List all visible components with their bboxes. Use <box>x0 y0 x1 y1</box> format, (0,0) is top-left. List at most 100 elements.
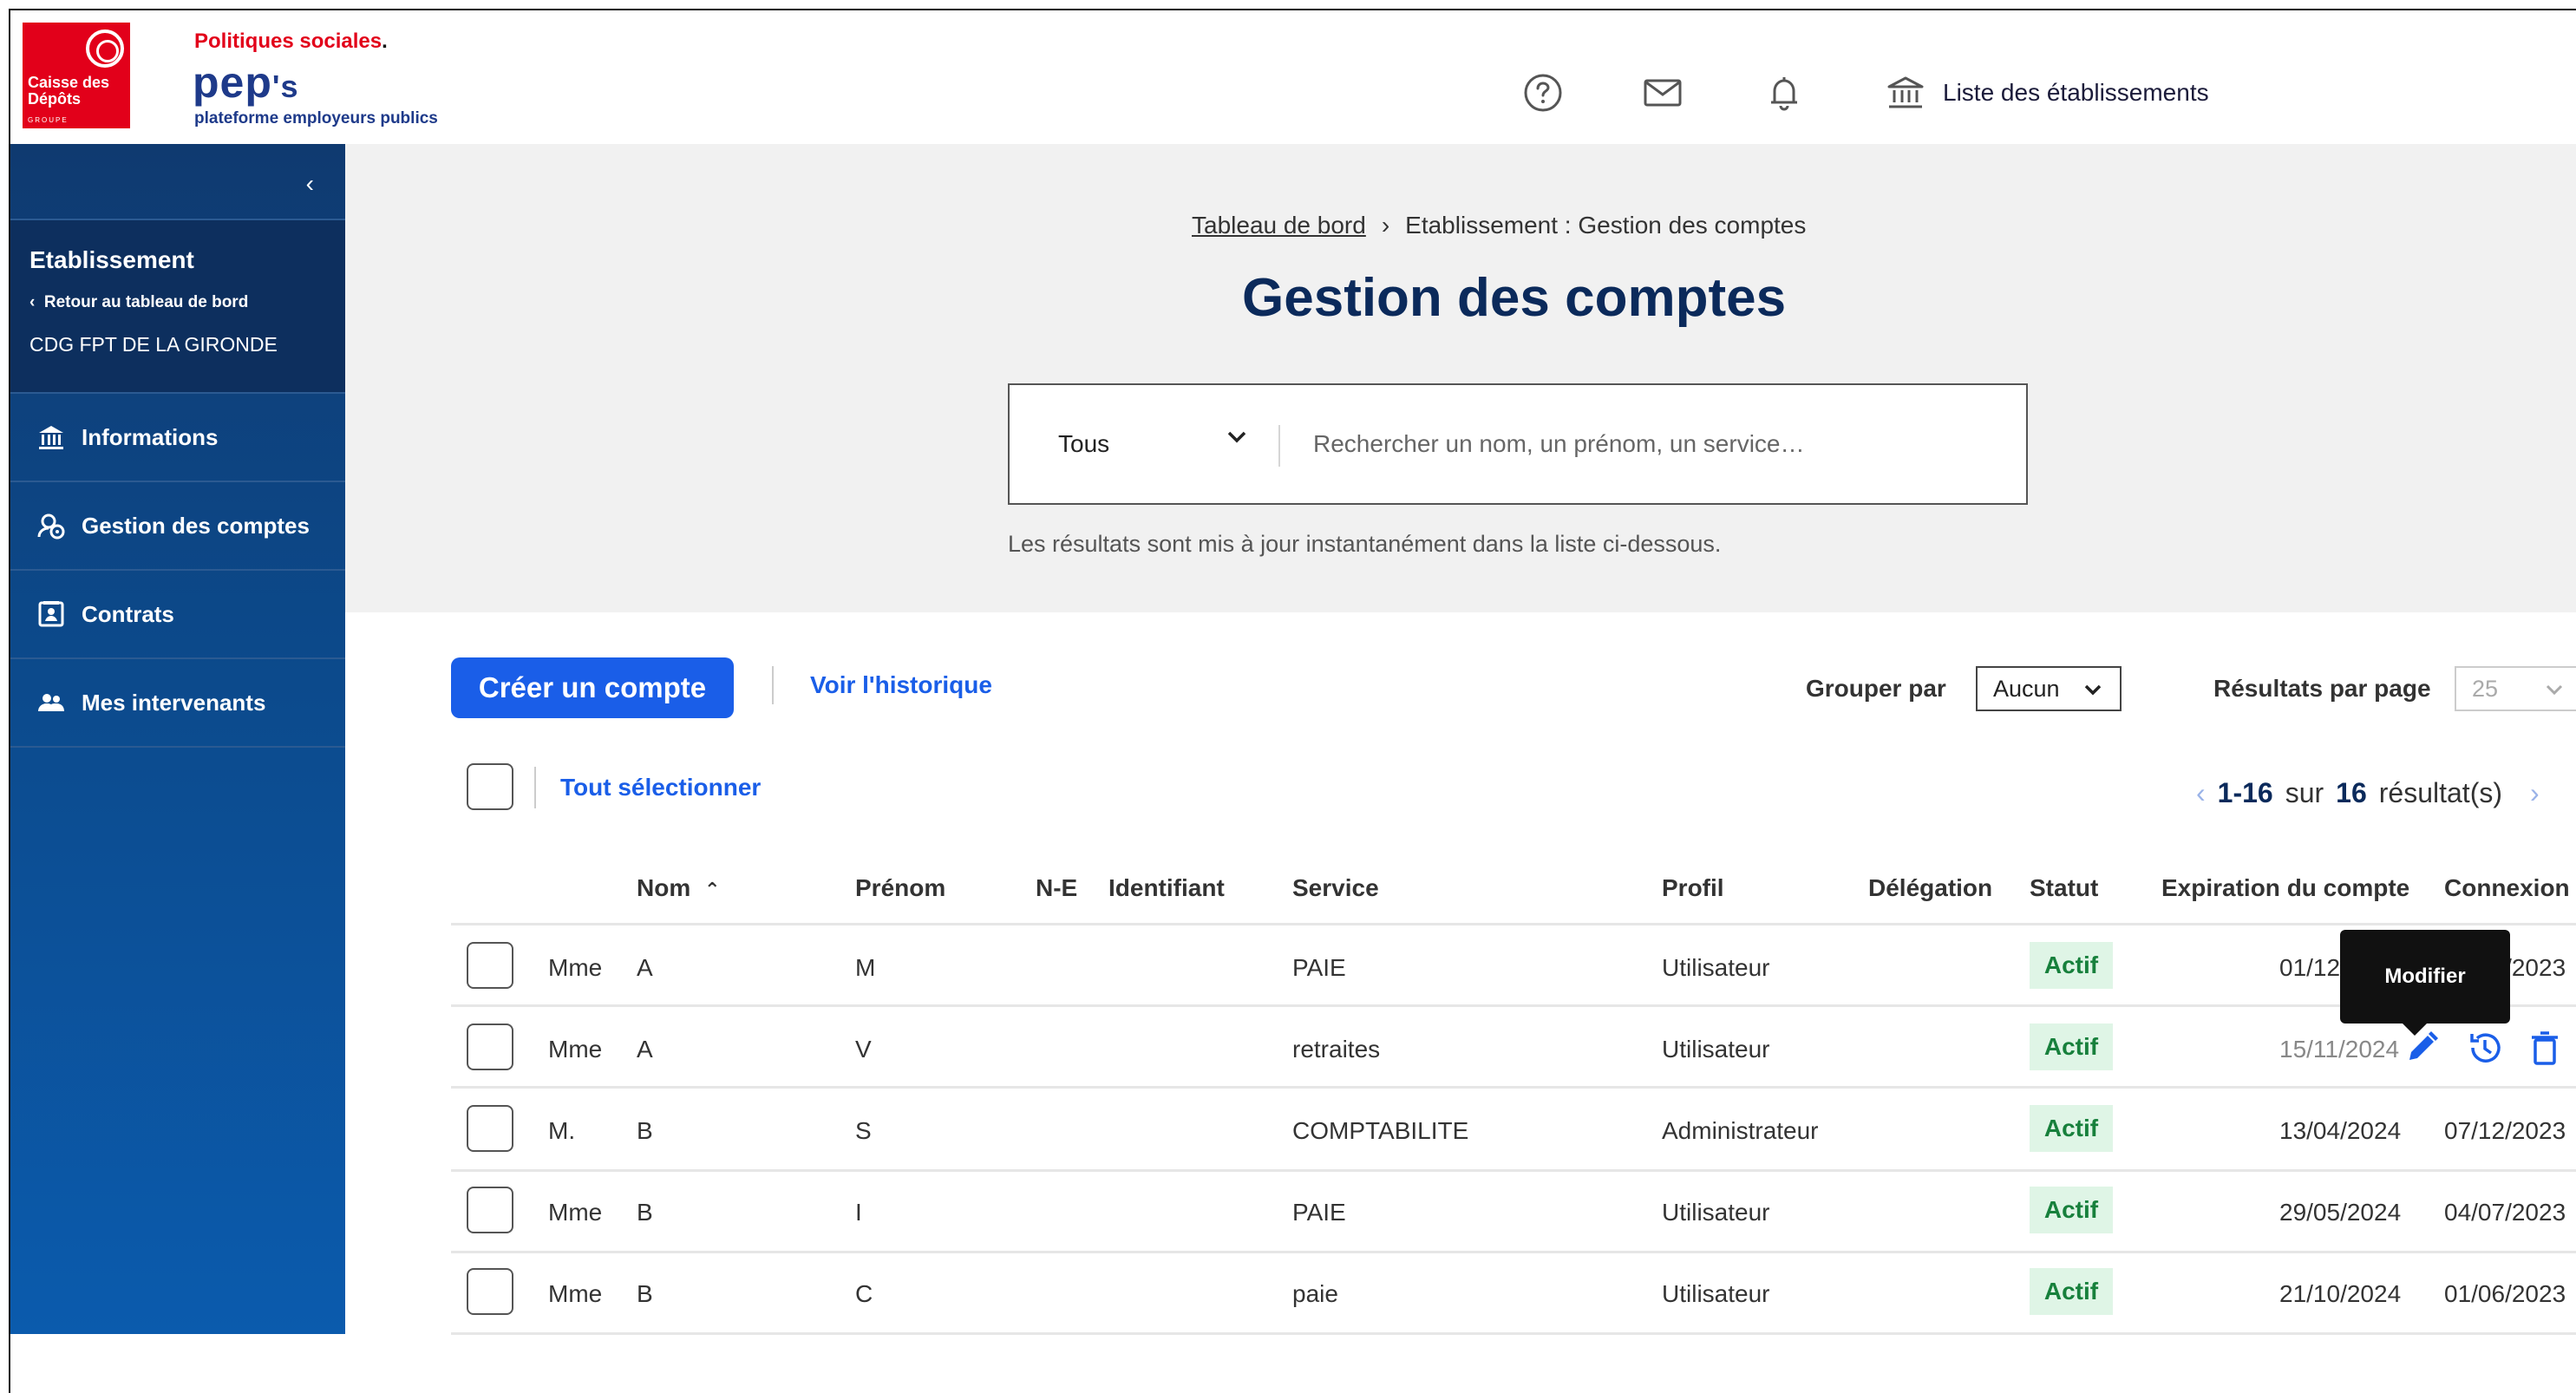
column-header-ne[interactable]: N-E <box>1036 874 1077 902</box>
mail-icon[interactable] <box>1643 73 1683 113</box>
cell-expiration: 13/04/2024 <box>2279 1117 2402 1144</box>
results-per-page-label: Résultats par page <box>2213 675 2431 702</box>
cell-profil: Utilisateur <box>1662 1199 1770 1226</box>
brand-tagline: plateforme employeurs publics <box>194 109 438 128</box>
cell-prenom: V <box>855 1036 872 1063</box>
bell-icon[interactable] <box>1764 73 1804 113</box>
cell-prenom: M <box>855 954 876 981</box>
brand-name: pep <box>193 58 272 107</box>
cell-service: PAIE <box>1292 1199 1346 1226</box>
establishments-label: Liste des établissements <box>1943 79 2209 106</box>
sidebar-item-label: Mes intervenants <box>82 689 266 716</box>
create-account-button[interactable]: Créer un compte <box>451 657 734 718</box>
chevron-down-icon <box>2084 684 2102 696</box>
delete-icon[interactable] <box>2526 1029 2564 1067</box>
institution-icon <box>39 426 63 449</box>
edit-tooltip: Modifier <box>2340 930 2510 1036</box>
pagination-total: 16 <box>2336 777 2367 808</box>
brand-top: Politiques sociales. <box>194 29 388 53</box>
sidebar: ‹ Etablissement ‹ Retour au tableau de b… <box>10 144 345 1334</box>
cell-profil: Administrateur <box>1662 1117 1819 1144</box>
row-checkbox[interactable] <box>467 1023 513 1070</box>
sort-ascending-icon: ⌃ <box>704 879 721 900</box>
status-badge: Actif <box>2030 942 2113 989</box>
column-header-connexion[interactable]: Connexion <box>2444 874 2570 902</box>
cell-profil: Utilisateur <box>1662 954 1770 981</box>
status-badge: Actif <box>2030 1105 2113 1152</box>
chevron-left-icon[interactable]: ‹ <box>2196 777 2206 809</box>
cell-nom: A <box>637 1036 653 1063</box>
toolbar-divider <box>772 666 774 704</box>
cell-connexion: 01/06/2023 <box>2444 1280 2566 1307</box>
row-divider <box>451 1332 2576 1335</box>
cell-service: PAIE <box>1292 954 1346 981</box>
column-header-service[interactable]: Service <box>1292 874 1379 902</box>
search-input[interactable] <box>1313 385 2007 503</box>
chevron-left-icon[interactable]: ‹ <box>306 170 314 198</box>
institution-icon <box>1887 76 1924 108</box>
accounts-icon <box>37 513 65 540</box>
table-header-divider <box>451 923 2576 925</box>
column-header-prenom[interactable]: Prénom <box>855 874 945 902</box>
establishments-link[interactable]: Liste des établissements <box>1886 73 2209 113</box>
establishment-name: CDG FPT DE LA GIRONDE <box>29 333 278 356</box>
chevron-right-icon[interactable]: › <box>2530 777 2540 809</box>
sidebar-item-mes-intervenants[interactable]: Mes intervenants <box>10 659 345 748</box>
column-header-identifiant[interactable]: Identifiant <box>1108 874 1225 902</box>
sidebar-item-label: Gestion des comptes <box>82 512 310 539</box>
search-filter-select[interactable]: Tous <box>1010 385 1278 503</box>
sidebar-context: Etablissement ‹ Retour au tableau de bor… <box>10 220 345 394</box>
cell-civilite: Mme <box>548 1036 603 1063</box>
caisse-des-depots-logo[interactable]: Caisse des Dépôts GROUPE <box>23 23 130 128</box>
cell-nom: A <box>637 954 653 981</box>
row-checkbox[interactable] <box>467 1187 513 1233</box>
results-per-page-value: 25 <box>2472 675 2499 702</box>
logo-org-text: Caisse des Dépôts <box>28 74 110 108</box>
cell-connexion: 07/12/2023 <box>2444 1117 2566 1144</box>
column-header-nom[interactable]: Nom ⌃ <box>637 874 720 902</box>
cell-civilite: Mme <box>548 1199 603 1226</box>
cell-expiration: 29/05/2024 <box>2279 1199 2402 1226</box>
select-all-divider <box>534 767 536 808</box>
results-per-page-select[interactable]: 25 <box>2455 666 2576 711</box>
sidebar-item-gestion-des-comptes[interactable]: Gestion des comptes <box>10 482 345 571</box>
breadcrumb-home[interactable]: Tableau de bord <box>1192 212 1366 239</box>
column-header-delegation[interactable]: Délégation <box>1868 874 1992 902</box>
help-icon[interactable] <box>1523 73 1563 113</box>
cell-prenom: S <box>855 1117 872 1144</box>
cell-nom: B <box>637 1117 653 1144</box>
pagination: ‹ 1-16 sur 16 résultat(s) › <box>2196 777 2540 809</box>
group-by-select[interactable]: Aucun <box>1976 666 2122 711</box>
column-header-statut[interactable]: Statut <box>2030 874 2098 902</box>
back-to-dashboard-link[interactable]: ‹ Retour au tableau de bord <box>29 293 326 312</box>
sidebar-item-contrats[interactable]: Contrats <box>10 571 345 659</box>
history-icon[interactable] <box>2465 1029 2503 1067</box>
search-hint: Les résultats sont mis à jour instantané… <box>1008 531 1722 557</box>
sidebar-item-label: Contrats <box>82 600 174 627</box>
status-badge: Actif <box>2030 1187 2113 1233</box>
view-history-link[interactable]: Voir l'historique <box>810 671 992 699</box>
select-all-label[interactable]: Tout sélectionner <box>560 774 761 801</box>
pagination-range: 1-16 <box>2217 777 2273 808</box>
sidebar-item-label: Informations <box>82 423 219 450</box>
sidebar-item-informations[interactable]: Informations <box>10 394 345 482</box>
row-checkbox[interactable] <box>467 1105 513 1152</box>
column-header-profil[interactable]: Profil <box>1662 874 1724 902</box>
status-badge: Actif <box>2030 1023 2113 1070</box>
cell-prenom: C <box>855 1280 873 1307</box>
cell-nom: B <box>637 1199 653 1226</box>
cell-nom: B <box>637 1280 653 1307</box>
row-checkbox[interactable] <box>467 1268 513 1315</box>
app-frame: Caisse des Dépôts GROUPE Politiques soci… <box>9 9 2576 1393</box>
select-all-checkbox[interactable] <box>467 763 513 810</box>
row-checkbox[interactable] <box>467 942 513 989</box>
people-icon <box>38 694 64 711</box>
peps-logo[interactable]: pep's <box>193 59 299 110</box>
row-divider <box>451 1004 2576 1007</box>
cell-service: retraites <box>1292 1036 1381 1063</box>
logo-group-text: GROUPE <box>28 116 69 124</box>
group-by-label: Grouper par <box>1806 675 1946 702</box>
column-header-expiration[interactable]: Expiration du compte <box>2161 874 2409 902</box>
row-divider <box>451 1251 2576 1253</box>
cell-service: COMPTABILITE <box>1292 1117 1469 1144</box>
